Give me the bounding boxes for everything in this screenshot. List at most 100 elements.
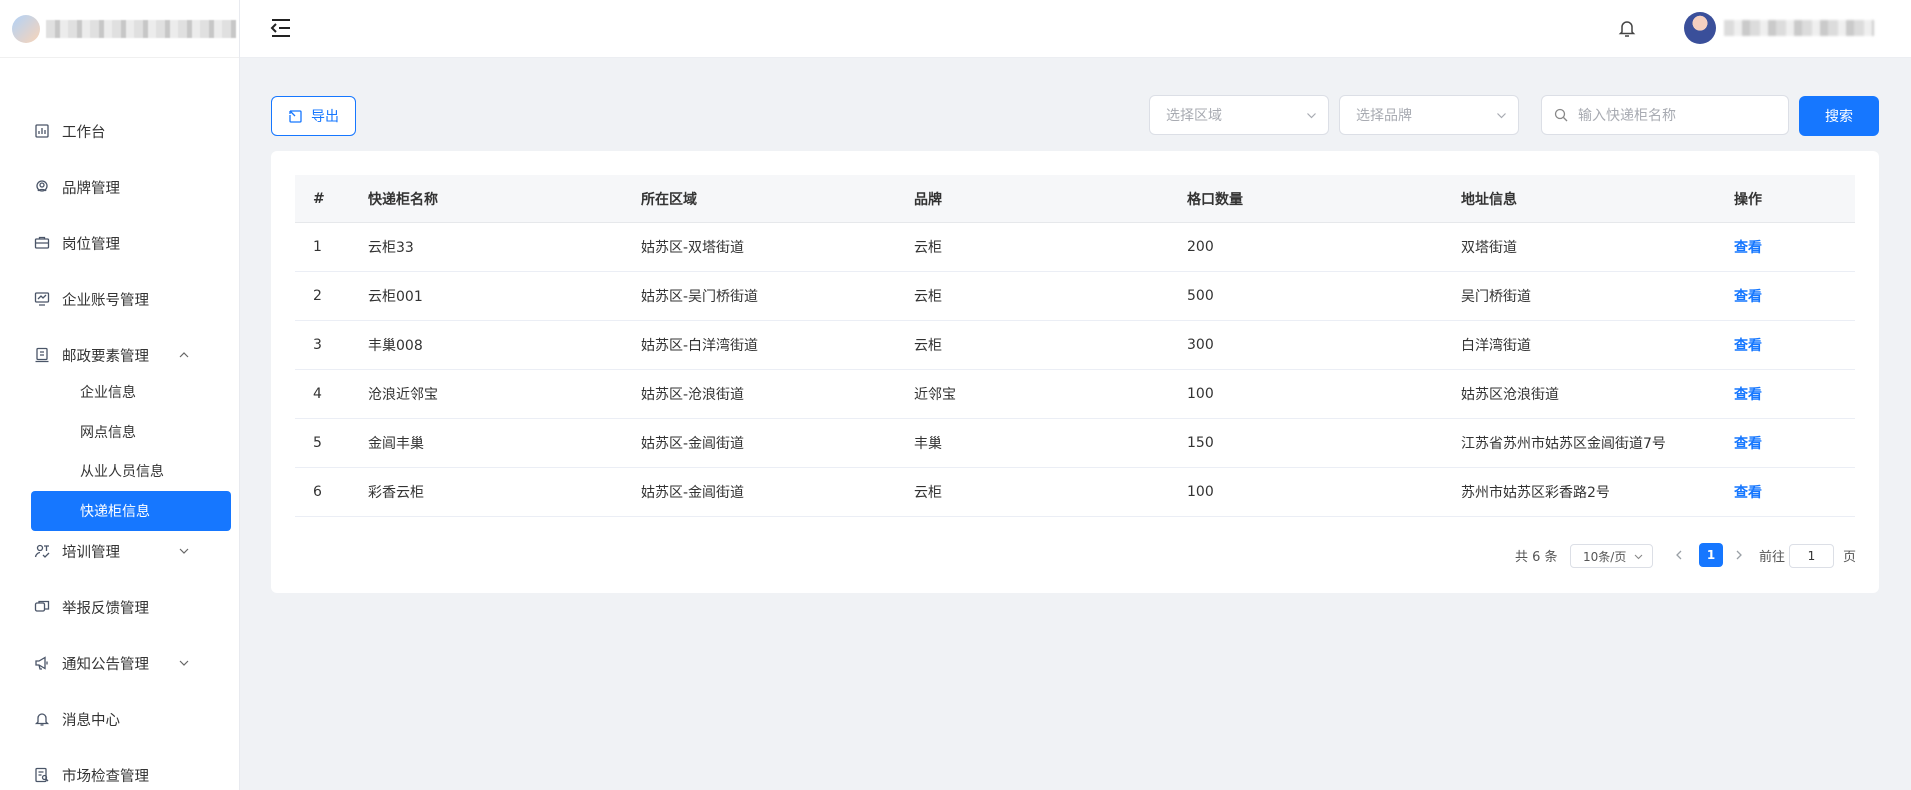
locker-slots: 300 (1187, 337, 1214, 353)
megaphone-icon (34, 655, 50, 671)
chevron-down-icon (1633, 551, 1644, 562)
next-page-icon[interactable] (1733, 548, 1745, 562)
chevron-down-icon (177, 544, 191, 558)
chart-icon (34, 123, 50, 139)
page-size-select[interactable]: 10条/页 (1570, 544, 1653, 568)
sidebar-item-report-feedback[interactable]: 举报反馈管理 (0, 587, 240, 627)
locker-region: 姑苏区-白洋湾街道 (641, 338, 759, 354)
locker-brand: 云柜 (914, 289, 942, 305)
app-logo[interactable] (0, 0, 239, 58)
training-icon (34, 543, 50, 559)
table-row: 1 云柜33 姑苏区-双塔街道 云柜 200 双塔街道 查看 (295, 223, 1855, 272)
briefcase-icon (34, 235, 50, 251)
building-icon (34, 347, 50, 363)
sidebar-item-workbench[interactable]: 工作台 (0, 111, 240, 151)
sidebar-item-notice[interactable]: 通知公告管理 (0, 643, 240, 683)
chevron-up-icon (177, 348, 191, 362)
view-link[interactable]: 查看 (1734, 321, 1762, 369)
locker-brand: 云柜 (914, 240, 942, 256)
locker-address: 双塔街道 (1461, 240, 1517, 256)
sidebar-item-training[interactable]: 培训管理 (0, 531, 240, 571)
export-icon (288, 109, 303, 124)
locker-region: 姑苏区-金阊街道 (641, 436, 745, 452)
locker-slots: 200 (1187, 239, 1214, 255)
prev-page-icon[interactable] (1673, 548, 1685, 562)
region-select[interactable]: 选择区域 (1149, 95, 1329, 135)
locker-table-card: # 快递柜名称 所在区域 品牌 格口数量 地址信息 操作 1 云柜33 姑苏区-… (271, 151, 1879, 593)
page-suffix-label: 页 (1843, 549, 1857, 565)
sidebar-item-label: 工作台 (62, 124, 106, 141)
column-header-region: 所在区域 (641, 191, 697, 208)
sidebar-item-postal-elements[interactable]: 邮政要素管理 (0, 335, 240, 375)
locker-slots: 500 (1187, 288, 1214, 304)
menu-collapse-icon[interactable] (270, 18, 292, 38)
goto-label: 前往 (1759, 549, 1786, 565)
view-link[interactable]: 查看 (1734, 272, 1762, 320)
locker-name: 沧浪近邻宝 (368, 387, 438, 403)
locker-address: 白洋湾街道 (1461, 338, 1531, 354)
locker-name-search-input[interactable]: 输入快递柜名称 (1541, 95, 1789, 135)
notification-bell-icon[interactable] (1618, 18, 1636, 38)
row-index: 1 (313, 239, 322, 255)
table-row: 6 彩香云柜 姑苏区-金阊街道 云柜 100 苏州市姑苏区彩香路2号 查看 (295, 468, 1855, 517)
top-header (240, 0, 1911, 58)
sidebar-item-label: 培训管理 (62, 544, 120, 561)
brand-icon (34, 179, 50, 195)
app-title-blurred (46, 19, 236, 38)
table-row: 2 云柜001 姑苏区-吴门桥街道 云柜 500 吴门桥街道 查看 (295, 272, 1855, 321)
sidebar-item-label: 通知公告管理 (62, 656, 149, 673)
goto-page-input[interactable]: 1 (1789, 544, 1834, 568)
locker-region: 姑苏区-吴门桥街道 (641, 289, 759, 305)
column-header-slots: 格口数量 (1187, 191, 1243, 208)
row-index: 5 (313, 435, 322, 451)
sidebar-item-message-center[interactable]: 消息中心 (0, 699, 240, 739)
sidebar-item-label: 岗位管理 (62, 236, 120, 253)
export-button[interactable]: 导出 (271, 96, 356, 136)
table-row: 3 丰巢008 姑苏区-白洋湾街道 云柜 300 白洋湾街道 查看 (295, 321, 1855, 370)
sidebar-item-position[interactable]: 岗位管理 (0, 223, 240, 263)
locker-region: 姑苏区-双塔街道 (641, 240, 745, 256)
sidebar: 工作台 品牌管理 岗位管理 企业账号管理 邮政要素管理 企业信息 网点信息 从业… (0, 0, 240, 790)
sidebar-subitem-locker-info[interactable]: 快递柜信息 (31, 491, 231, 531)
user-avatar[interactable] (1684, 12, 1716, 44)
row-index: 2 (313, 288, 322, 304)
view-link[interactable]: 查看 (1734, 223, 1762, 271)
search-button[interactable]: 搜索 (1799, 96, 1879, 136)
page-number-current[interactable]: 1 (1699, 543, 1723, 567)
locker-brand: 云柜 (914, 338, 942, 354)
view-link[interactable]: 查看 (1734, 370, 1762, 418)
search-icon (1554, 108, 1568, 122)
view-link[interactable]: 查看 (1734, 468, 1762, 516)
column-header-brand: 品牌 (914, 191, 942, 208)
row-index: 6 (313, 484, 322, 500)
sidebar-item-market-inspection[interactable]: 市场检查管理 (0, 755, 240, 790)
locker-name: 云柜33 (368, 240, 414, 256)
search-placeholder: 输入快递柜名称 (1578, 108, 1676, 124)
sidebar-subitem-outlet-info[interactable]: 网点信息 (80, 422, 136, 442)
locker-slots: 150 (1187, 435, 1214, 451)
brand-select-placeholder: 选择品牌 (1356, 108, 1412, 124)
sidebar-item-label: 消息中心 (62, 712, 120, 729)
brand-select[interactable]: 选择品牌 (1339, 95, 1519, 135)
view-link[interactable]: 查看 (1734, 419, 1762, 467)
sidebar-subitem-enterprise-info[interactable]: 企业信息 (80, 382, 136, 402)
pagination-total: 共 6 条 (1515, 549, 1558, 565)
locker-name: 丰巢008 (368, 338, 423, 354)
sidebar-item-brand[interactable]: 品牌管理 (0, 167, 240, 207)
table-row: 5 金阊丰巢 姑苏区-金阊街道 丰巢 150 江苏省苏州市姑苏区金阊街道7号 查… (295, 419, 1855, 468)
sidebar-item-enterprise-account[interactable]: 企业账号管理 (0, 279, 240, 319)
locker-address: 苏州市姑苏区彩香路2号 (1461, 485, 1610, 501)
locker-slots: 100 (1187, 386, 1214, 402)
sidebar-subitem-staff-info[interactable]: 从业人员信息 (80, 461, 164, 481)
column-header-name: 快递柜名称 (368, 191, 438, 208)
locker-brand: 丰巢 (914, 436, 942, 452)
feedback-icon (34, 599, 50, 615)
locker-brand: 云柜 (914, 485, 942, 501)
locker-address: 姑苏区沧浪街道 (1461, 387, 1559, 403)
table-row: 4 沧浪近邻宝 姑苏区-沧浪街道 近邻宝 100 姑苏区沧浪街道 查看 (295, 370, 1855, 419)
locker-address: 吴门桥街道 (1461, 289, 1531, 305)
column-header-address: 地址信息 (1461, 191, 1517, 208)
user-name-blurred[interactable] (1724, 20, 1874, 36)
locker-region: 姑苏区-沧浪街道 (641, 387, 745, 403)
chevron-down-icon (177, 656, 191, 670)
